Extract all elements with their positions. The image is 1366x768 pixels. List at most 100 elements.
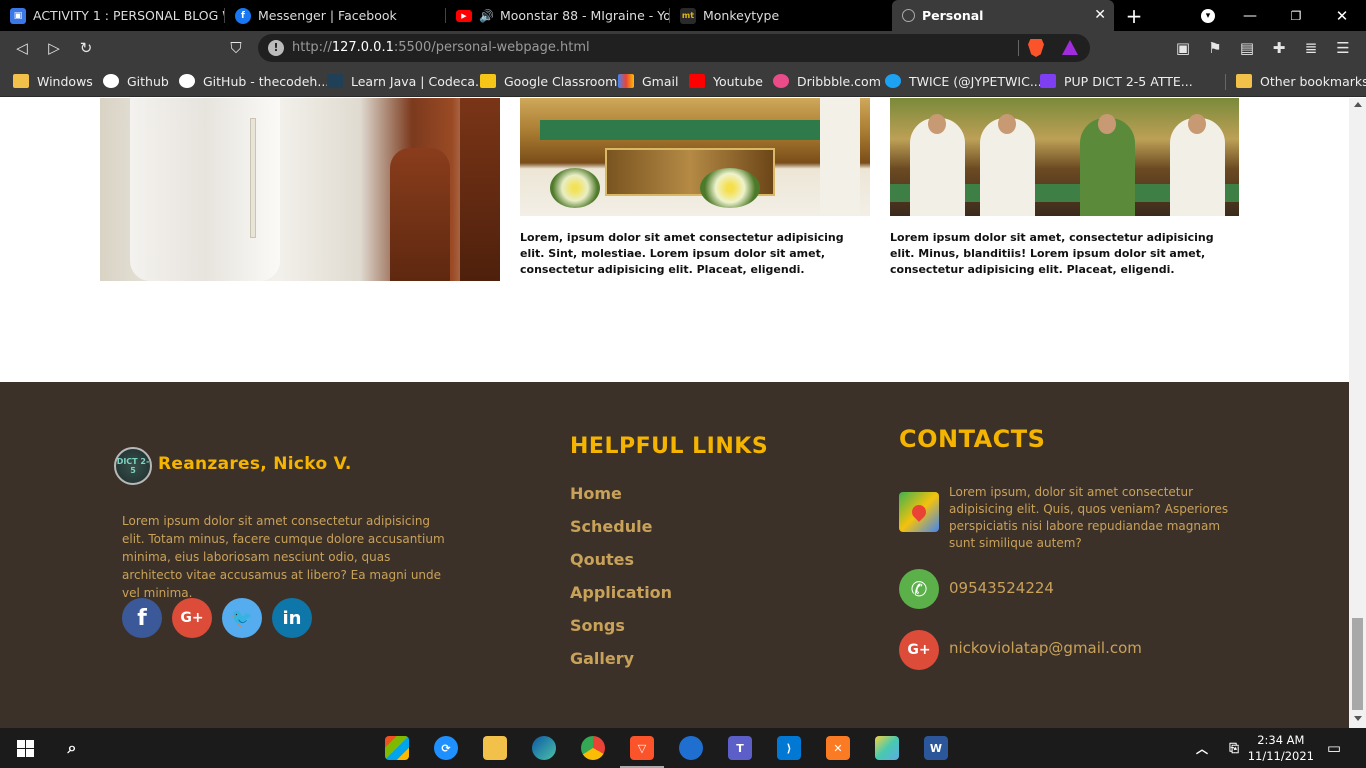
bookmark-twice[interactable]: TWICE (@JYPETWIC... <box>885 72 1042 90</box>
classroom-icon: ▣ <box>10 7 26 24</box>
bookmark-classroom[interactable]: Google Classroom <box>480 72 617 90</box>
bookmark-label: Gmail <box>642 73 679 89</box>
bookmark-github[interactable]: Github <box>103 72 169 90</box>
close-tab-icon[interactable]: ✕ <box>1094 7 1106 23</box>
bookmark-label: Learn Java | Codeca... <box>351 73 487 89</box>
globe-icon <box>902 9 915 22</box>
folder-icon <box>1236 74 1252 88</box>
tab-personal[interactable]: Personal ✕ <box>892 0 1114 31</box>
contact-phone[interactable]: 09543524224 <box>949 579 1054 597</box>
sync-icon[interactable]: ⟳ <box>434 736 458 760</box>
twitter-icon <box>885 74 901 88</box>
bookmark-github-thecodeh[interactable]: GitHub - thecodeh... <box>179 72 329 90</box>
bookmark-gmail[interactable]: Gmail <box>618 72 678 90</box>
system-clock[interactable]: 2:34 AM 11/11/2021 <box>1248 732 1314 764</box>
tab-title: Moonstar 88 - MIgraine - YouTu <box>499 8 670 23</box>
chevron-down-icon: ▾ <box>1201 8 1215 23</box>
wallet-icon[interactable]: ▣ <box>1172 37 1194 59</box>
virtualbox-icon[interactable] <box>875 736 899 760</box>
notification-icon[interactable]: ▭ <box>1322 736 1346 760</box>
bookmarks-bar: Windows Github GitHub - thecodeh... Lear… <box>0 65 1366 97</box>
phone-icon: ✆ <box>899 569 939 609</box>
gallery-photo-3 <box>890 98 1239 216</box>
footer-link-gallery[interactable]: Gallery <box>570 649 634 668</box>
facebook-icon[interactable]: f <box>122 598 162 638</box>
bookmark-icon[interactable]: ⛉ <box>225 37 247 59</box>
tab-messenger[interactable]: f Messenger | Facebook <box>225 0 446 31</box>
close-window-button[interactable]: ✕ <box>1320 0 1364 31</box>
bookmark-dribbble[interactable]: Dribbble.com <box>773 72 881 90</box>
tab-title: Monkeytype <box>703 8 780 23</box>
vscode-icon[interactable]: ⟩ <box>777 736 801 760</box>
edge-icon[interactable] <box>532 736 556 760</box>
menu-icon[interactable]: ☰ <box>1332 37 1354 59</box>
twitter-icon[interactable]: 🐦 <box>222 598 262 638</box>
monkeytype-icon: mt <box>680 7 696 24</box>
flag-icon[interactable]: ⚑ <box>1204 37 1226 59</box>
xampp-icon[interactable]: ✕ <box>826 736 850 760</box>
url-text[interactable]: http://127.0.0.1:5500/personal-webpage.h… <box>292 40 590 55</box>
gallery-photo-2 <box>520 98 870 216</box>
extension-icon[interactable]: ▤ <box>1236 37 1258 59</box>
info-icon[interactable]: ! <box>268 40 284 56</box>
gmail-icon <box>618 74 634 88</box>
footer-link-qoutes[interactable]: Qoutes <box>570 550 634 569</box>
footer-link-application[interactable]: Application <box>570 583 672 602</box>
windows-start-icon[interactable] <box>13 736 37 760</box>
gallery-caption-2: Lorem, ipsum dolor sit amet consectetur … <box>520 231 844 276</box>
codecademy-icon <box>327 74 343 88</box>
google-plus-icon[interactable]: G+ <box>172 598 212 638</box>
bookmark-pup-dict[interactable]: PUP DICT 2-5 ATTE... <box>1040 72 1193 90</box>
gallery-caption-3: Lorem ipsum dolor sit amet, consectetur … <box>890 231 1214 276</box>
speaker-icon[interactable]: 🔊 <box>479 9 494 23</box>
footer-link-schedule[interactable]: Schedule <box>570 517 652 536</box>
search-icon[interactable]: ⌕ <box>60 736 84 760</box>
page-scrollbar[interactable] <box>1349 98 1366 728</box>
restore-button[interactable]: ❐ <box>1274 0 1318 31</box>
footer-link-songs[interactable]: Songs <box>570 616 625 635</box>
scroll-up-arrow[interactable] <box>1354 102 1362 107</box>
network-icon[interactable]: ⎘ <box>1222 736 1246 760</box>
file-explorer-icon[interactable] <box>483 736 507 760</box>
media-icon[interactable]: ≣ <box>1300 37 1322 59</box>
github-icon <box>103 74 119 88</box>
app-icon[interactable] <box>385 736 409 760</box>
tab-monkeytype[interactable]: mt Monkeytype <box>670 0 892 31</box>
footer-about-text: Lorem ipsum dolor sit amet consectetur a… <box>122 514 445 600</box>
teams-icon[interactable]: T <box>728 736 752 760</box>
bookmark-label: Github <box>127 73 169 89</box>
chrome-icon[interactable] <box>581 736 605 760</box>
word-icon[interactable]: W <box>924 736 948 760</box>
reload-button[interactable]: ↻ <box>75 37 97 59</box>
dribbble-icon <box>773 74 789 88</box>
back-button[interactable]: ◁ <box>11 37 33 59</box>
forward-button[interactable]: ▷ <box>43 37 65 59</box>
bookmark-label: GitHub - thecodeh... <box>203 73 330 89</box>
brave-rewards-icon[interactable] <box>1062 40 1078 55</box>
footer: DICT 2-5 Reanzares, Nicko V. Lorem ipsum… <box>0 382 1349 728</box>
tab-youtube[interactable]: ▶ 🔊 Moonstar 88 - MIgraine - YouTu <box>446 0 670 31</box>
bookmark-windows[interactable]: Windows <box>13 72 93 90</box>
bookmark-youtube[interactable]: Youtube <box>689 72 763 90</box>
youtube-icon: ▶ <box>456 9 472 22</box>
bookmark-codecademy[interactable]: Learn Java | Codeca... <box>327 72 487 90</box>
puzzle-icon[interactable]: ✚ <box>1268 37 1290 59</box>
windows-taskbar: ⌕ ⟳ ▽ T ⟩ ✕ W ︿ ⎘ 2:34 AM 11/11/2021 ▭ <box>0 728 1366 768</box>
address-bar[interactable]: ! http://127.0.0.1:5500/personal-webpage… <box>258 34 1090 62</box>
minimize-button[interactable]: — <box>1228 0 1272 31</box>
scroll-down-arrow[interactable] <box>1354 716 1362 721</box>
firefox-icon[interactable] <box>679 736 703 760</box>
tab-activity[interactable]: ▣ ACTIVITY 1 : PERSONAL BLOG WEB <box>0 0 225 31</box>
new-tab-button[interactable]: + <box>1112 0 1156 31</box>
brave-shields-icon[interactable] <box>1028 39 1044 57</box>
tab-search-button[interactable]: ▾ <box>1186 0 1230 31</box>
footer-link-home[interactable]: Home <box>570 484 622 503</box>
brave-icon[interactable]: ▽ <box>630 736 654 760</box>
contacts-title: CONTACTS <box>899 425 1046 453</box>
scroll-thumb[interactable] <box>1352 618 1363 710</box>
tab-title: ACTIVITY 1 : PERSONAL BLOG WEB <box>33 8 225 23</box>
other-bookmarks[interactable]: Other bookmarks <box>1236 72 1366 90</box>
contact-email[interactable]: nickoviolatap@gmail.com <box>949 639 1142 657</box>
linkedin-icon[interactable]: in <box>272 598 312 638</box>
chevron-up-icon[interactable]: ︿ <box>1190 736 1214 760</box>
